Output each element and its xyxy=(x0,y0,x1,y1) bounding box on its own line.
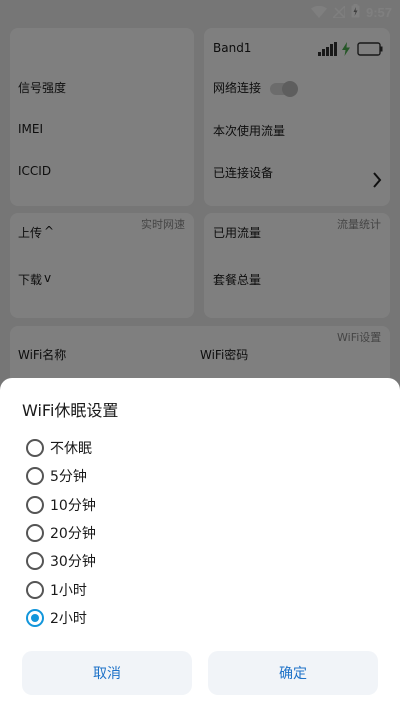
wifi-sleep-dialog: WiFi休眠设置 不休眠 5分钟 10分钟 20分钟 30分钟 1小时 2小时 xyxy=(0,378,400,712)
radio-icon[interactable] xyxy=(26,608,44,627)
cancel-button[interactable]: 取消 xyxy=(22,651,192,695)
option-30-minutes[interactable]: 30分钟 xyxy=(26,547,366,575)
dialog-title: WiFi休眠设置 xyxy=(22,401,119,420)
sleep-options-list: 不休眠 5分钟 10分钟 20分钟 30分钟 1小时 2小时 xyxy=(26,434,366,632)
option-20-minutes[interactable]: 20分钟 xyxy=(26,519,366,547)
option-label: 5分钟 xyxy=(50,469,87,486)
option-label: 10分钟 xyxy=(50,497,96,514)
radio-icon[interactable] xyxy=(26,495,44,514)
confirm-button[interactable]: 确定 xyxy=(208,651,378,695)
radio-icon[interactable] xyxy=(26,552,44,571)
option-label: 20分钟 xyxy=(50,526,96,543)
radio-icon[interactable] xyxy=(26,467,44,486)
option-2-hours[interactable]: 2小时 xyxy=(26,604,366,632)
option-10-minutes[interactable]: 10分钟 xyxy=(26,491,366,519)
radio-icon[interactable] xyxy=(26,524,44,543)
option-label: 30分钟 xyxy=(50,554,96,571)
option-1-hour[interactable]: 1小时 xyxy=(26,575,366,603)
radio-icon[interactable] xyxy=(26,439,44,458)
option-no-sleep[interactable]: 不休眠 xyxy=(26,434,366,462)
option-label: 2小时 xyxy=(50,610,87,627)
option-label: 1小时 xyxy=(50,582,87,599)
option-label: 不休眠 xyxy=(50,441,92,458)
radio-icon[interactable] xyxy=(26,580,44,599)
option-5-minutes[interactable]: 5分钟 xyxy=(26,462,366,490)
